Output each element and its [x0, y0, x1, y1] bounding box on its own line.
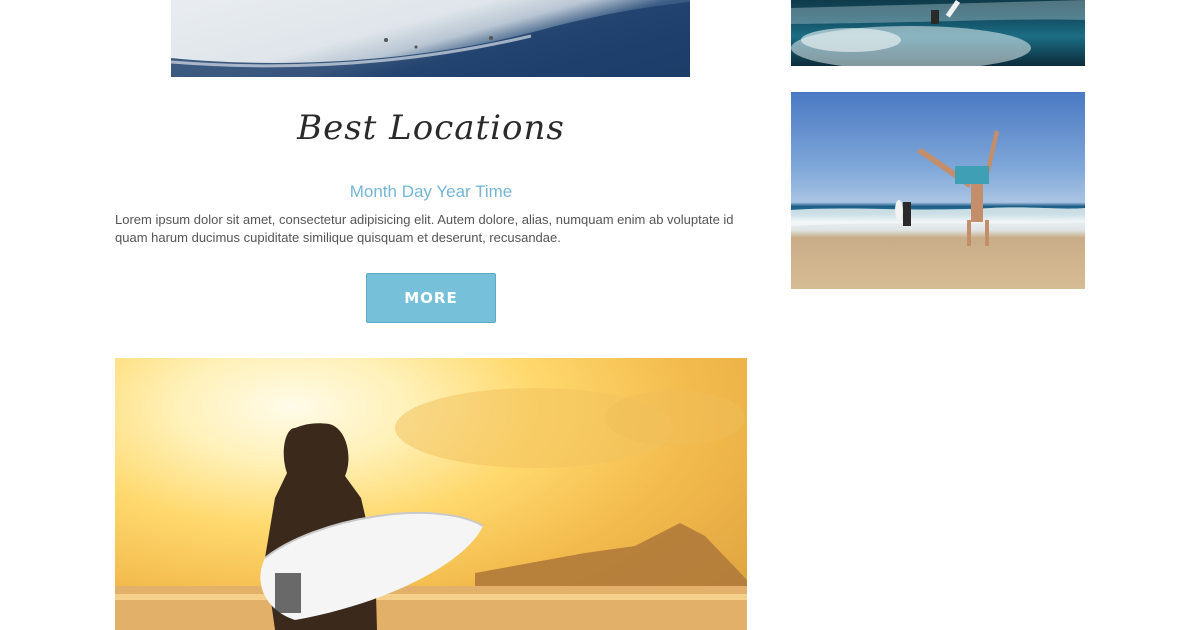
sunset-surfer-image	[115, 358, 747, 630]
article-date: Month Day Year Time	[349, 182, 513, 201]
more-button[interactable]: MORE	[366, 273, 496, 323]
more-button-label: MORE	[404, 289, 458, 307]
article-body: Lorem ipsum dolor sit amet, consectetur …	[115, 212, 734, 245]
ocean-wave-image	[171, 0, 690, 77]
article-title: Best Locations	[297, 108, 565, 148]
surfer-wave-image	[791, 0, 1085, 66]
